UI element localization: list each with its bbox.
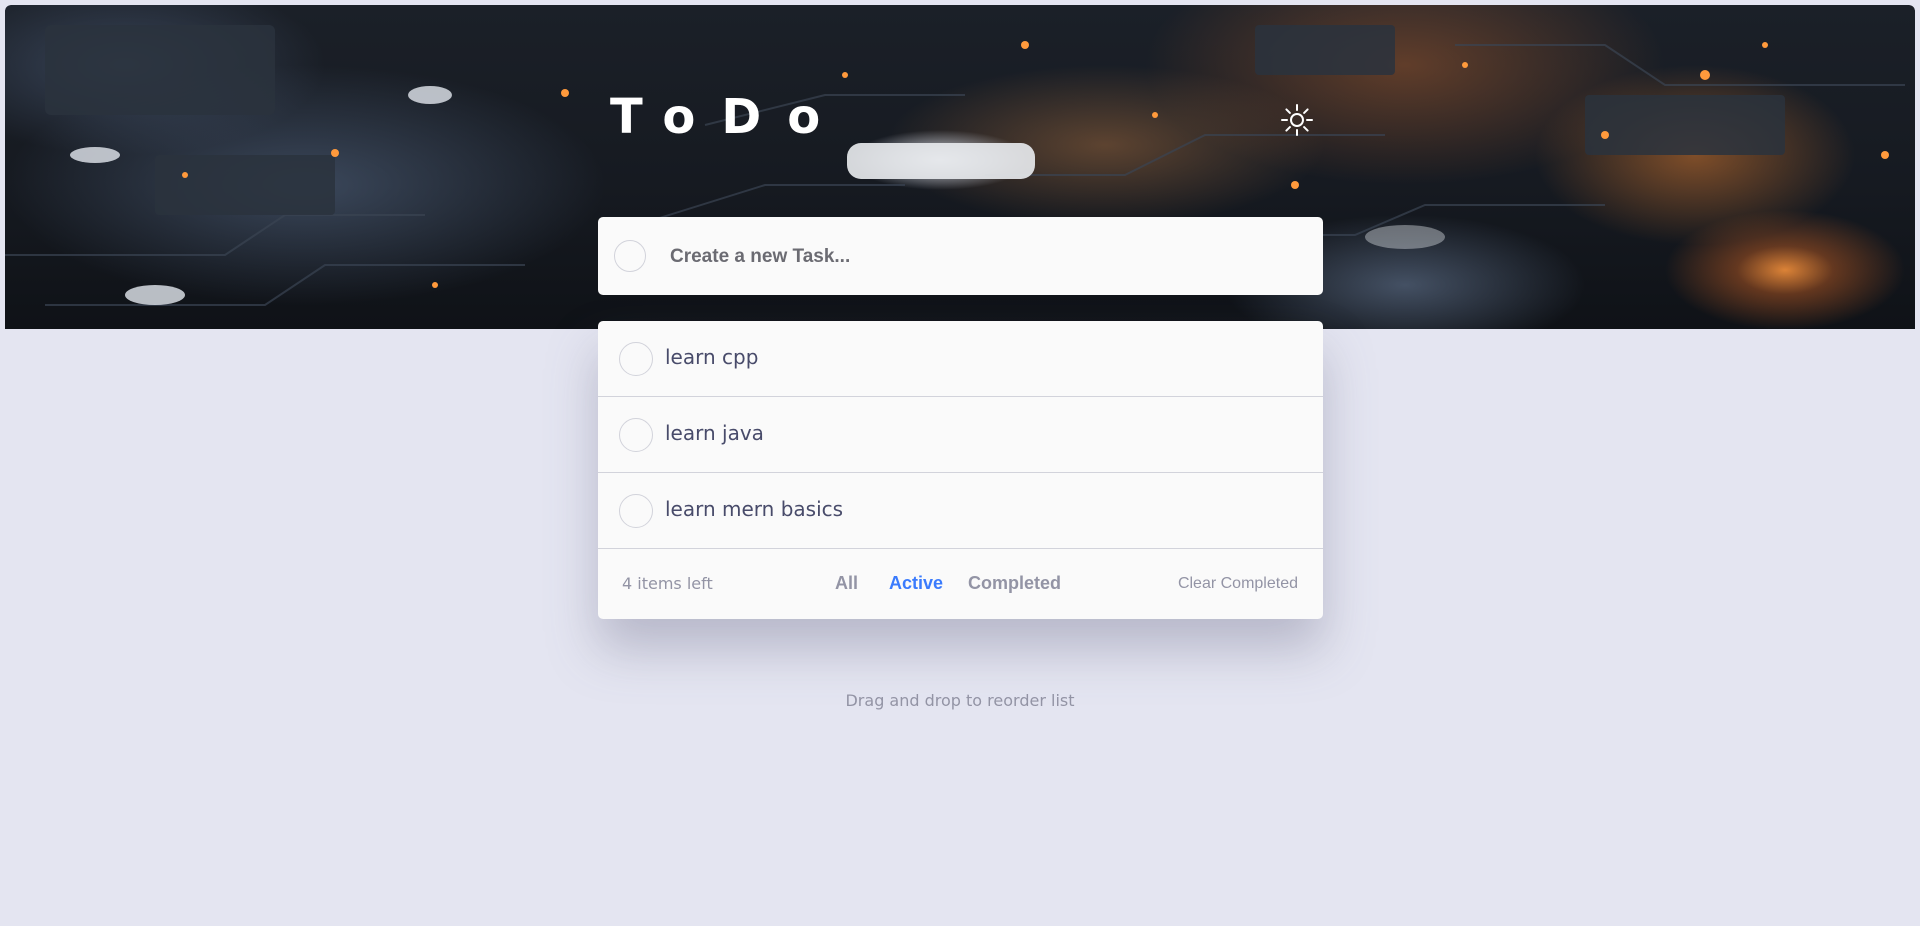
theme-toggle-button[interactable] (1280, 103, 1314, 137)
new-task-input[interactable] (668, 237, 1292, 277)
list-footer: 4 items left All Active Completed Clear … (598, 549, 1323, 619)
todo-label: learn cpp (665, 345, 759, 369)
new-task-bar (598, 217, 1323, 295)
filter-all-button[interactable]: All (835, 573, 858, 594)
todo-check-circle[interactable] (619, 494, 653, 528)
todo-item[interactable]: learn cpp (598, 321, 1323, 397)
todo-item[interactable]: learn mern basics (598, 473, 1323, 549)
items-left-count: 4 items left (622, 574, 713, 593)
new-task-check-circle[interactable] (614, 240, 646, 272)
filter-active-button[interactable]: Active (889, 573, 943, 594)
app-window: ToDo learn cpp (5, 5, 1915, 926)
todo-label: learn mern basics (665, 497, 844, 521)
clear-completed-button[interactable]: Clear Completed (1178, 575, 1298, 593)
todo-check-circle[interactable] (619, 342, 653, 376)
todo-label: learn java (665, 421, 764, 445)
todo-item[interactable]: learn java (598, 397, 1323, 473)
todo-check-circle[interactable] (619, 418, 653, 452)
todo-list: learn cpp learn java learn mern basics 4… (598, 321, 1323, 619)
sun-icon (1281, 104, 1313, 136)
filter-completed-button[interactable]: Completed (968, 573, 1061, 594)
app-title: ToDo (610, 89, 847, 145)
drag-drop-hint: Drag and drop to reorder list (845, 691, 1075, 710)
